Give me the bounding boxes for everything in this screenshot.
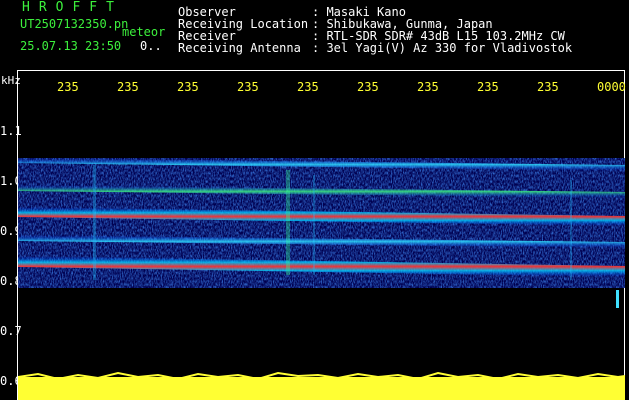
x-tick: 235 — [417, 80, 439, 94]
spectrogram — [18, 158, 625, 400]
signal-level — [18, 377, 625, 400]
blip — [616, 290, 619, 308]
x-tick: 235 — [537, 80, 559, 94]
y-tick: 1.1 — [0, 124, 22, 138]
streak — [570, 180, 572, 280]
y-axis-unit: kHz — [1, 74, 21, 87]
antenna-value: : 3el Yagi(V) Az 330 for Vladivostok — [312, 41, 573, 55]
datetime: 25.07.13 23:50 — [20, 39, 122, 53]
file-suffix: meteor — [122, 25, 166, 39]
x-tick: 235 — [237, 80, 259, 94]
streak — [313, 175, 315, 275]
x-tick: 235 — [297, 80, 319, 94]
streak — [93, 165, 96, 280]
x-tick: 235 — [477, 80, 499, 94]
plot-frame-top — [17, 70, 625, 71]
extra-value: 0.. — [140, 39, 162, 53]
app-logo: HROFFT — [22, 0, 123, 15]
x-tick: 235 — [177, 80, 199, 94]
x-tick: 0000 — [597, 80, 626, 94]
file-name: UT2507132350.pn — [20, 17, 129, 31]
x-tick: 235 — [57, 80, 79, 94]
x-tick: 235 — [357, 80, 379, 94]
antenna-label: Receiving Antenna — [178, 41, 301, 55]
x-tick: 235 — [117, 80, 139, 94]
streak — [286, 170, 290, 275]
